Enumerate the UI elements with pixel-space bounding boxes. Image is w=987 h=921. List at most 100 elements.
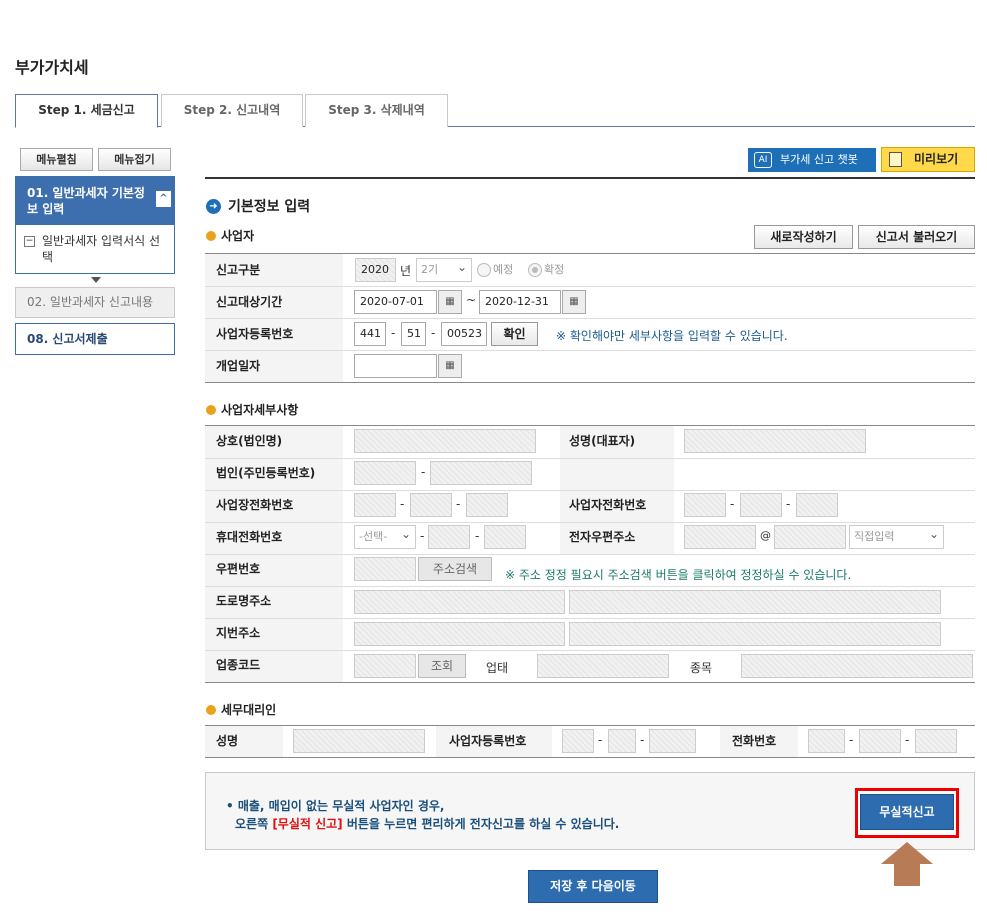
page-title: 부가가치세: [15, 58, 89, 77]
agent-phone-1-input[interactable]: [808, 729, 845, 753]
radio-final[interactable]: 확정: [528, 263, 564, 277]
reg-no-1-input[interactable]: 441: [354, 322, 386, 346]
row-divider: [205, 650, 975, 651]
row-divider: [205, 286, 975, 287]
year-unit: 년: [400, 264, 412, 278]
period-select[interactable]: 2기: [416, 256, 472, 282]
agent-reg-label: 사업자등록번호: [449, 734, 527, 748]
bullet-icon: [206, 231, 216, 241]
chatbot-icon: AI: [754, 152, 772, 168]
dash: -: [421, 465, 426, 479]
sidebar-item-submit[interactable]: 08. 신고서제출: [15, 323, 175, 355]
collapse-caret-icon[interactable]: ^: [156, 191, 171, 207]
info-line-2: 오른쪽 [무실적 신고] 버튼을 누르면 편리하게 전자신고를 하실 수 있습니…: [235, 815, 619, 832]
row-divider: [205, 586, 975, 587]
sidebar-subitem-label: 일반과세자 입력서식 선택: [42, 234, 161, 264]
menu-collapse-button[interactable]: 메뉴접기: [98, 148, 171, 171]
email-domain-input[interactable]: [774, 525, 846, 549]
business-type-input[interactable]: [537, 654, 669, 678]
lot-address-2-input[interactable]: [569, 622, 941, 646]
vat-chatbot-button[interactable]: AI 부가세 신고 챗봇: [748, 148, 876, 172]
dash: -: [640, 733, 645, 747]
tab-step3[interactable]: Step 3. 삭제내역: [305, 94, 448, 127]
agent-phone-2-input[interactable]: [859, 729, 901, 753]
bullet-icon: [206, 405, 216, 415]
at-sign: @: [760, 529, 771, 542]
sidebar-item-basic-info[interactable]: 01. 일반과세자 기본정보 입력 ^: [16, 177, 174, 225]
zip-note: ※ 주소 정정 필요시 주소검색 버튼을 클릭하여 정정하실 수 있습니다.: [505, 568, 852, 582]
rep-name-input[interactable]: [684, 429, 866, 453]
owner-phone-3-input[interactable]: [796, 493, 838, 517]
reg-no-2-input[interactable]: 51: [401, 322, 426, 346]
tab-step2[interactable]: Step 2. 신고내역: [161, 94, 303, 127]
table-bottom-line: [205, 757, 975, 758]
email-id-input[interactable]: [684, 525, 756, 549]
calendar-icon[interactable]: ▦: [562, 290, 586, 314]
biz-phone-1-input[interactable]: [354, 493, 396, 517]
email-domain-select[interactable]: 직접입력: [849, 523, 944, 549]
biz-phone-2-input[interactable]: [410, 493, 452, 517]
sidebar-subitem-form-select[interactable]: − 일반과세자 입력서식 선택: [16, 225, 174, 265]
row-divider: [205, 490, 975, 491]
down-arrow-icon: [91, 277, 101, 283]
lookup-button[interactable]: 조회: [418, 654, 466, 678]
date-from-input[interactable]: 2020-07-01: [354, 290, 437, 314]
step-tabs: Step 1. 세금신고 Step 2. 신고내역 Step 3. 삭제내역: [15, 94, 975, 128]
preview-label: 미리보기: [914, 152, 959, 166]
lot-address-1-input[interactable]: [354, 622, 565, 646]
agent-phone-3-input[interactable]: [915, 729, 957, 753]
row-divider: [205, 350, 975, 351]
rep-name-label: 성명(대표자): [569, 434, 636, 448]
company-input[interactable]: [354, 429, 536, 453]
agent-reg-1-input[interactable]: [562, 729, 594, 753]
dash: -: [475, 529, 480, 543]
save-and-next-button[interactable]: 저장 후 다음이동: [528, 870, 658, 903]
open-date-label: 개업일자: [216, 359, 261, 373]
year-input[interactable]: 2020: [355, 258, 396, 282]
agent-name-input[interactable]: [293, 729, 425, 753]
sidebar-item-report-content[interactable]: 02. 일반과세자 신고내용: [15, 287, 175, 318]
date-to-input[interactable]: 2020-12-31: [479, 290, 561, 314]
info-text: 오른쪽: [235, 817, 273, 831]
section-title: ➜ 기본정보 입력: [206, 198, 310, 216]
industry-code-input[interactable]: [354, 654, 416, 678]
open-date-input[interactable]: [354, 354, 437, 378]
mobile-2-input[interactable]: [428, 525, 470, 549]
calendar-icon[interactable]: ▦: [438, 354, 462, 378]
biz-phone-3-input[interactable]: [466, 493, 508, 517]
road-address-2-input[interactable]: [569, 590, 941, 614]
dash: -: [431, 326, 436, 340]
business-item-input[interactable]: [741, 654, 973, 678]
calendar-icon[interactable]: ▦: [438, 290, 462, 314]
tab-step1[interactable]: Step 1. 세금신고: [15, 94, 158, 128]
owner-phone-2-input[interactable]: [740, 493, 782, 517]
table-top-line: [205, 725, 975, 726]
details-subtitle: 사업자세부사항: [206, 402, 298, 418]
corp-no-1-input[interactable]: [354, 461, 416, 485]
new-report-button[interactable]: 새로작성하기: [754, 225, 853, 249]
address-search-button[interactable]: 주소검색: [418, 557, 492, 581]
dash: -: [786, 497, 791, 511]
agent-reg-3-input[interactable]: [649, 729, 696, 753]
table-top-line: [205, 253, 975, 254]
owner-phone-1-input[interactable]: [684, 493, 726, 517]
mobile-3-input[interactable]: [484, 525, 526, 549]
mobile-prefix-select[interactable]: -선택-: [354, 523, 416, 549]
document-icon: [889, 152, 902, 167]
table-top-line: [205, 425, 975, 426]
load-report-button[interactable]: 신고서 불러오기: [858, 225, 975, 249]
radio-prelim[interactable]: 예정: [477, 263, 513, 277]
road-address-1-input[interactable]: [354, 590, 565, 614]
table-bottom-line: [205, 382, 975, 383]
agent-reg-2-input[interactable]: [608, 729, 636, 753]
preview-button[interactable]: 미리보기: [881, 147, 975, 172]
agent-name-label: 성명: [216, 734, 239, 748]
reg-no-3-input[interactable]: 00523: [441, 322, 487, 346]
corp-no-2-input[interactable]: [430, 461, 532, 485]
company-label: 상호(법인명): [216, 434, 283, 448]
menu-expand-button[interactable]: 메뉴펼침: [20, 148, 93, 171]
confirm-button[interactable]: 확인: [491, 322, 538, 346]
zip-input[interactable]: [354, 557, 416, 581]
sidebar-menu-basic-info: 01. 일반과세자 기본정보 입력 ^ − 일반과세자 입력서식 선택: [15, 176, 175, 274]
no-performance-report-button[interactable]: 무실적신고: [860, 794, 954, 830]
